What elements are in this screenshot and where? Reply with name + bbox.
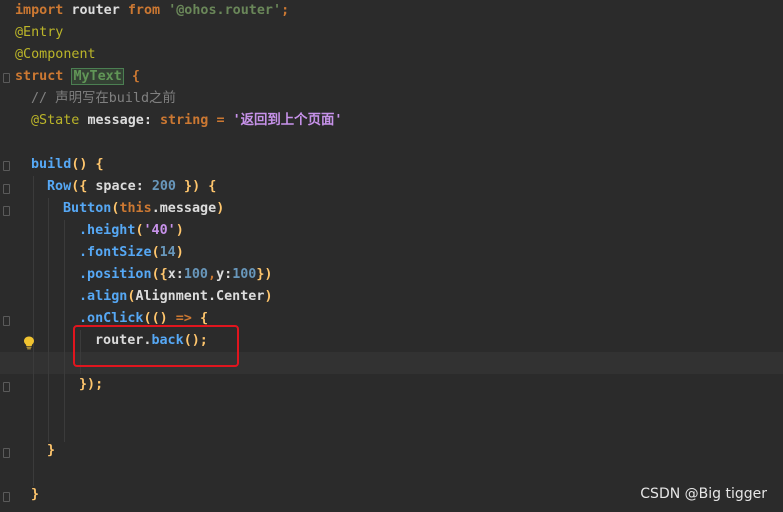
indent-guide bbox=[33, 176, 34, 486]
number-literal: 100 bbox=[232, 267, 257, 282]
fold-marker[interactable] bbox=[3, 382, 10, 392]
property: x bbox=[167, 267, 176, 282]
annotation-highlight-box bbox=[73, 325, 239, 367]
code-line-14: .align(Alignment.Center) bbox=[79, 286, 273, 308]
fold-marker[interactable] bbox=[3, 448, 10, 458]
identifier: message bbox=[87, 113, 144, 128]
code-line-6: @State message: string = '返回到上个页面' bbox=[31, 110, 342, 132]
code-line-2: @Entry bbox=[15, 22, 63, 44]
colon: : bbox=[175, 267, 184, 282]
property: space bbox=[95, 179, 136, 194]
code-line-21: } bbox=[47, 440, 55, 462]
method: .onClick bbox=[79, 311, 144, 326]
paren: ) bbox=[175, 223, 184, 238]
identifier: router bbox=[71, 3, 120, 18]
paren: ( bbox=[135, 223, 144, 238]
brace: { bbox=[199, 311, 208, 326]
comment: // 声明写在build之前 bbox=[31, 91, 176, 106]
struct-name: MyText bbox=[71, 68, 124, 85]
keyword: import bbox=[15, 3, 64, 18]
number-literal: 100 bbox=[183, 267, 208, 282]
paren: ({ bbox=[71, 179, 96, 194]
method: .height bbox=[79, 223, 136, 238]
code-line-1: import router from '@ohos.router'; bbox=[15, 0, 289, 22]
paren: ({ bbox=[151, 267, 168, 282]
code-line-18: }); bbox=[79, 374, 103, 396]
parens-brace: () { bbox=[71, 157, 104, 172]
indent-guide bbox=[64, 220, 65, 442]
decorator: @State bbox=[31, 113, 80, 128]
keyword: struct bbox=[15, 69, 64, 84]
paren: ( bbox=[151, 245, 160, 260]
code-line-13: .position({x:100,y:100}) bbox=[79, 264, 273, 286]
method: .position bbox=[79, 267, 152, 282]
paren: }) bbox=[256, 267, 273, 282]
string-literal: '40' bbox=[143, 223, 176, 238]
fold-marker[interactable] bbox=[3, 73, 10, 83]
method: .align bbox=[79, 289, 128, 304]
colon: : bbox=[135, 179, 152, 194]
fold-marker[interactable] bbox=[3, 206, 10, 216]
params: () bbox=[151, 311, 168, 326]
code-line-23: } bbox=[31, 484, 39, 506]
paren: ( bbox=[143, 311, 152, 326]
paren: ) bbox=[175, 245, 184, 260]
code-line-4: struct MyText { bbox=[15, 66, 140, 88]
fold-marker[interactable] bbox=[3, 316, 10, 326]
closing-brace: }); bbox=[79, 377, 104, 392]
closing-brace: } bbox=[31, 487, 40, 502]
fold-marker[interactable] bbox=[3, 492, 10, 502]
semicolon: ; bbox=[281, 3, 290, 18]
number-literal: 14 bbox=[159, 245, 176, 260]
function-name: Button bbox=[63, 201, 112, 216]
keyword: from bbox=[127, 3, 161, 18]
paren: ) bbox=[264, 289, 273, 304]
paren: }) { bbox=[176, 179, 217, 194]
code-line-5: // 声明写在build之前 bbox=[31, 88, 176, 110]
code-line-8: build() { bbox=[31, 154, 104, 176]
string-literal: '返回到上个页面' bbox=[232, 113, 343, 128]
code-line-3: @Component bbox=[15, 44, 96, 66]
type: string bbox=[160, 113, 209, 128]
colon: : bbox=[143, 113, 152, 128]
code-line-9: Row({ space: 200 }) { bbox=[47, 176, 216, 198]
method: .fontSize bbox=[79, 245, 152, 260]
code-line-10: Button(this.message) bbox=[63, 198, 224, 220]
member: .message bbox=[151, 201, 217, 216]
keyword: this bbox=[119, 201, 152, 216]
number-literal: 200 bbox=[151, 179, 176, 194]
decorator: @Entry bbox=[15, 25, 64, 40]
lightbulb-icon[interactable] bbox=[23, 336, 35, 350]
fold-marker[interactable] bbox=[3, 184, 10, 194]
code-line-12: .fontSize(14) bbox=[79, 242, 184, 264]
decorator: @Component bbox=[15, 47, 96, 62]
watermark: CSDN @Big tigger bbox=[640, 486, 767, 502]
string-literal: '@ohos.router' bbox=[168, 3, 282, 18]
arrow: => bbox=[167, 311, 200, 326]
function-name: Row bbox=[47, 179, 72, 194]
enum-value: Alignment.Center bbox=[135, 289, 265, 304]
comma: , bbox=[208, 267, 217, 282]
closing-brace: } bbox=[47, 443, 56, 458]
paren: ) bbox=[216, 201, 225, 216]
property: y bbox=[216, 267, 225, 282]
fold-marker[interactable] bbox=[3, 161, 10, 171]
indent-guide bbox=[48, 198, 49, 442]
brace: { bbox=[131, 69, 140, 84]
function-name: build bbox=[31, 157, 72, 172]
operator: = bbox=[216, 113, 225, 128]
colon: : bbox=[224, 267, 233, 282]
code-editor[interactable]: import router from '@ohos.router'; @Entr… bbox=[0, 0, 783, 512]
code-line-11: .height('40') bbox=[79, 220, 184, 242]
